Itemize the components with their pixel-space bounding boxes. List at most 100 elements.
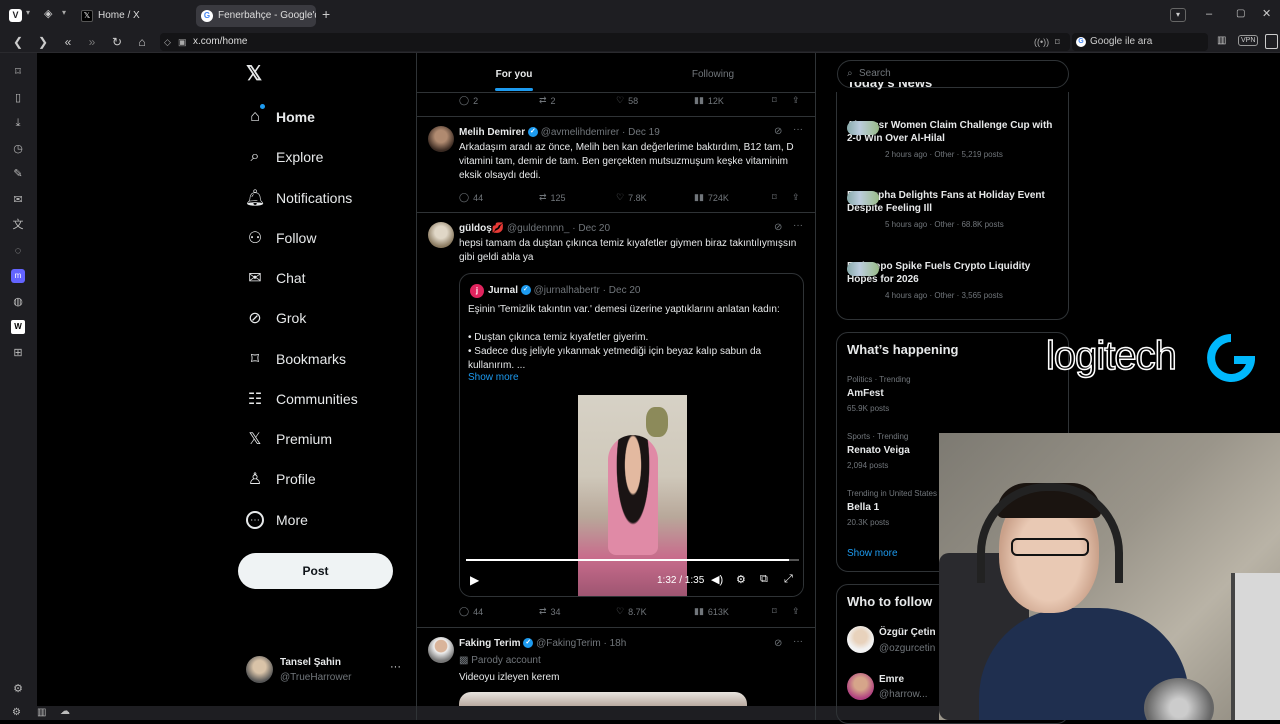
settings-icon[interactable]: ⚙ bbox=[11, 682, 25, 696]
pip-icon[interactable]: ⧉ bbox=[760, 573, 768, 586]
globe-icon[interactable]: ◍ bbox=[11, 295, 25, 309]
profile-icon[interactable] bbox=[1265, 34, 1278, 49]
tab-list-button[interactable]: ▾ bbox=[1170, 8, 1186, 22]
settings-icon[interactable]: ⚙ bbox=[12, 707, 21, 718]
video-player[interactable]: ▶ 1:32 / 1:35 ◀) ⚙ ⧉ ⤢ bbox=[460, 395, 803, 596]
tab-following[interactable]: Following bbox=[678, 64, 748, 92]
video-progress-track[interactable] bbox=[466, 559, 799, 561]
tab-stack-icon[interactable]: ◈ bbox=[44, 7, 52, 20]
tweet-date[interactable]: Dec 19 bbox=[628, 127, 660, 138]
news-item[interactable]: Est Supha Delights Fans at Holiday Event… bbox=[847, 189, 1057, 229]
more-dots-icon[interactable]: ··· bbox=[793, 124, 803, 135]
add-panel-icon[interactable]: ⊞ bbox=[11, 346, 25, 360]
maximize-button[interactable]: ▢ bbox=[1236, 8, 1245, 19]
avatar[interactable] bbox=[847, 626, 874, 653]
share-button[interactable]: ⇪ bbox=[792, 606, 800, 617]
nav-item-premium[interactable]: 𝕏 Premium bbox=[246, 426, 332, 452]
like-button[interactable]: ♡ 8.7K bbox=[616, 606, 647, 617]
fullscreen-icon[interactable]: ⤢ bbox=[784, 573, 793, 586]
avatar[interactable] bbox=[428, 126, 454, 152]
views-button[interactable]: ▮▮ 724K bbox=[694, 192, 729, 203]
nav-item-more[interactable]: ⋯ More bbox=[246, 507, 308, 533]
media-preview[interactable] bbox=[459, 692, 747, 706]
like-button[interactable]: ♡ 7.8K bbox=[616, 192, 647, 203]
author-handle[interactable]: @avmelihdemirer bbox=[541, 127, 620, 138]
post-button[interactable]: Post bbox=[238, 553, 393, 589]
nav-item-explore[interactable]: ⌕ Explore bbox=[246, 144, 324, 170]
reply-button[interactable]: ◯ 44 bbox=[459, 606, 483, 617]
forward-button[interactable]: ❯ bbox=[34, 33, 52, 51]
author-name[interactable]: güldoş💋 bbox=[459, 223, 504, 234]
close-window-button[interactable]: ✕ bbox=[1262, 7, 1271, 20]
quoted-tweet[interactable]: j Jurnal ✓ @jurnalhabertr · Dec 20 Eşini… bbox=[459, 273, 804, 597]
nav-item-profile[interactable]: ♙ Profile bbox=[246, 466, 316, 492]
nav-item-communities[interactable]: ☷ Communities bbox=[246, 386, 358, 412]
rewind-button[interactable]: « bbox=[59, 33, 77, 51]
repost-button[interactable]: ⇄ 125 bbox=[539, 192, 566, 203]
share-button[interactable]: ⇪ bbox=[792, 95, 800, 106]
mastodon-icon[interactable]: m bbox=[11, 269, 25, 283]
suggestion-name[interactable]: Emre bbox=[879, 674, 904, 685]
tab-for-you[interactable]: For you bbox=[480, 64, 548, 92]
reading-list-icon[interactable]: ▯ bbox=[11, 91, 25, 105]
account-switcher[interactable]: Tansel Şahin @TrueHarrower ··· bbox=[246, 655, 406, 687]
tweet-date[interactable]: 18h bbox=[610, 638, 627, 649]
extensions-icon[interactable]: ▥ bbox=[1217, 35, 1226, 46]
news-item[interactable]: Fed Repo Spike Fuels Crypto Liquidity Ho… bbox=[847, 260, 1057, 300]
trend-name[interactable]: Bella 1 bbox=[847, 502, 879, 513]
chevron-down-icon[interactable]: ▾ bbox=[26, 8, 30, 17]
show-more-link[interactable]: Show more bbox=[468, 372, 519, 383]
views-button[interactable]: ▮▮ 613K bbox=[694, 606, 729, 617]
reply-button[interactable]: ◯ 2 bbox=[459, 95, 478, 106]
x-logo[interactable]: 𝕏 bbox=[246, 63, 266, 85]
nav-item-chat[interactable]: ✉ Chat bbox=[246, 265, 305, 291]
reply-button[interactable]: ◯ 44 bbox=[459, 192, 483, 203]
new-tab-button[interactable]: + bbox=[322, 6, 330, 22]
tweet-date[interactable]: Dec 20 bbox=[578, 223, 610, 234]
avatar[interactable] bbox=[847, 673, 874, 700]
avatar[interactable] bbox=[428, 637, 454, 663]
trend-name[interactable]: Renato Veiga bbox=[847, 445, 910, 456]
avatar[interactable] bbox=[428, 222, 454, 248]
panel-toggle-icon[interactable]: ▥ bbox=[37, 707, 46, 718]
author-name[interactable]: Faking Terim bbox=[459, 638, 521, 649]
nav-item-notifications[interactable]: 🔔︎ Notifications bbox=[245, 185, 352, 211]
more-dots-icon[interactable]: ··· bbox=[390, 661, 401, 673]
gear-icon[interactable]: ⚙ bbox=[736, 573, 746, 586]
share-button[interactable]: ⇪ bbox=[792, 192, 800, 203]
play-icon[interactable]: ▶ bbox=[470, 573, 479, 587]
downloads-icon[interactable]: ⤓ bbox=[11, 116, 25, 130]
more-dots-icon[interactable]: ··· bbox=[793, 636, 803, 647]
fast-forward-button[interactable]: » bbox=[83, 33, 101, 51]
news-item[interactable]: Al-Nassr Women Claim Challenge Cup with … bbox=[847, 119, 1057, 159]
cloud-sync-icon[interactable]: ☁ bbox=[60, 706, 70, 717]
repost-button[interactable]: ⇄ 2 bbox=[539, 95, 556, 106]
nav-item-home[interactable]: ⌂ Home bbox=[246, 104, 315, 130]
nav-item-bookmarks[interactable]: ⌑ Bookmarks bbox=[246, 346, 346, 372]
reload-button[interactable]: ↻ bbox=[108, 33, 126, 51]
views-button[interactable]: ▮▮ 12K bbox=[694, 95, 724, 106]
chevron-down-icon[interactable]: ▾ bbox=[62, 8, 66, 17]
author-handle[interactable]: @FakingTerim bbox=[536, 638, 601, 649]
history-icon[interactable]: ◷ bbox=[11, 142, 25, 156]
home-button[interactable]: ⌂ bbox=[133, 33, 151, 51]
broadcast-icon[interactable]: ((•)) bbox=[1034, 33, 1049, 51]
grok-icon[interactable]: ⊘ bbox=[774, 126, 782, 137]
nav-item-grok[interactable]: ⊘ Grok bbox=[246, 305, 306, 331]
trend-name[interactable]: AmFest bbox=[847, 388, 884, 399]
author-name[interactable]: Melih Demirer bbox=[459, 127, 525, 138]
author-handle[interactable]: @guldennnn_ bbox=[507, 223, 569, 234]
suggestion-name[interactable]: Özgür Çetin bbox=[879, 627, 936, 638]
grok-icon[interactable]: ⊘ bbox=[774, 638, 782, 649]
minimize-button[interactable]: – bbox=[1206, 8, 1212, 20]
tab-google-search[interactable]: G Fenerbahçe - Google'da Ara bbox=[196, 5, 316, 27]
translate-icon[interactable]: 文 bbox=[11, 218, 25, 232]
like-button[interactable]: ♡ 58 bbox=[616, 95, 638, 106]
more-dots-icon[interactable]: ··· bbox=[793, 220, 803, 231]
bookmark-button[interactable]: ⌑ bbox=[772, 192, 777, 203]
volume-icon[interactable]: ◀) bbox=[711, 573, 723, 586]
bookmark-icon[interactable]: ⌑ bbox=[1055, 33, 1060, 51]
wikipedia-icon[interactable]: W bbox=[11, 320, 25, 334]
url-field[interactable]: ◇ ▣ x.com/home ((•)) ⌑ bbox=[160, 33, 1070, 51]
grok-icon[interactable]: ⊘ bbox=[774, 222, 782, 233]
